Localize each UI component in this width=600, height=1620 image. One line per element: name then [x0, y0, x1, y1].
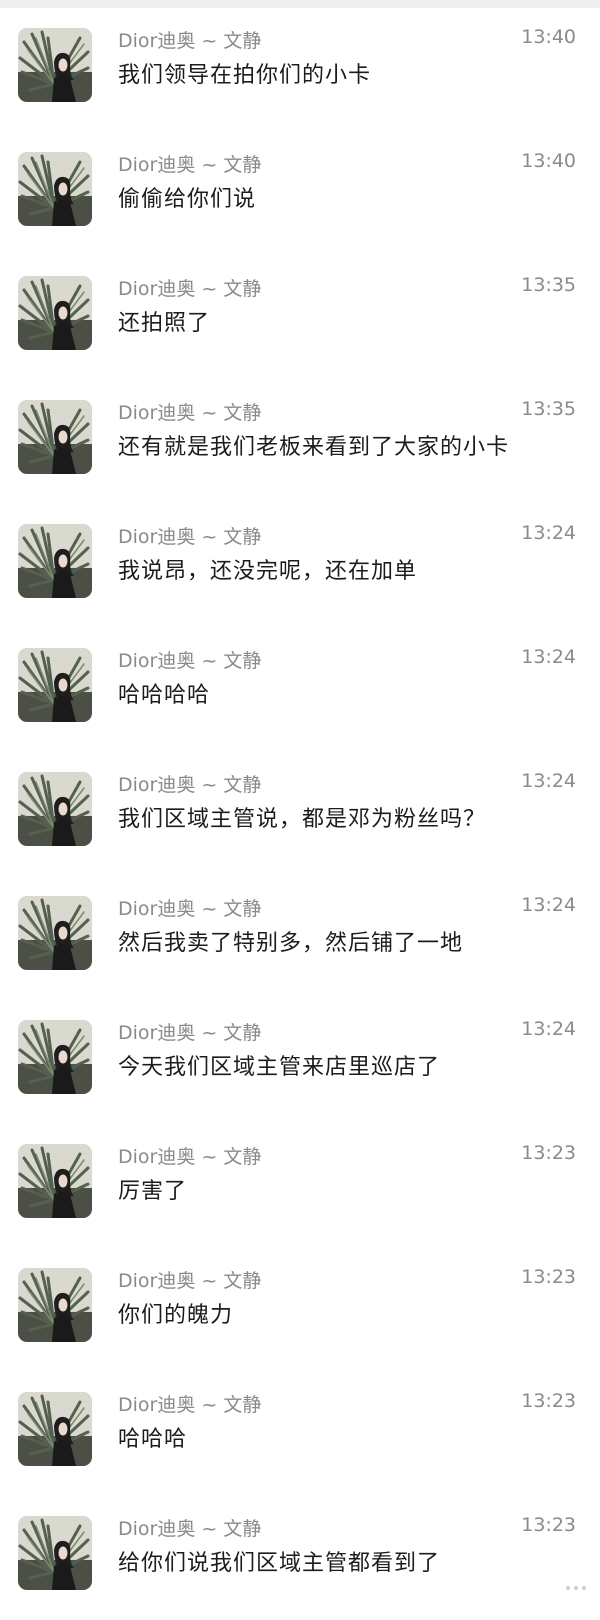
- message-text: 偷偷给你们说: [118, 187, 257, 212]
- message-text: 然后我卖了特别多，然后铺了一地: [118, 931, 464, 956]
- message-item[interactable]: Dior迪奥 ~ 文静 13:40 我们领导在拍你们的小卡: [0, 8, 600, 132]
- message-item[interactable]: Dior迪奥 ~ 文静 13:35 还拍照了: [0, 256, 600, 380]
- message-time: 13:23: [521, 1142, 576, 1164]
- message-item[interactable]: Dior迪奥 ~ 文静 13:24 哈哈哈哈: [0, 628, 600, 752]
- message-time: 13:40: [521, 150, 576, 172]
- sender-name: Dior迪奥 ~ 文静: [118, 1022, 262, 1044]
- message-item[interactable]: Dior迪奥 ~ 文静 13:40 偷偷给你们说: [0, 132, 600, 256]
- message-time: 13:23: [521, 1390, 576, 1412]
- avatar[interactable]: [18, 152, 92, 226]
- sender-name: Dior迪奥 ~ 文静: [118, 1394, 262, 1416]
- sender-name: Dior迪奥 ~ 文静: [118, 650, 262, 672]
- message-time: 13:24: [521, 646, 576, 668]
- message-text: 给你们说我们区域主管都看到了: [118, 1551, 441, 1576]
- message-item[interactable]: Dior迪奥 ~ 文静 13:24 然后我卖了特别多，然后铺了一地: [0, 876, 600, 1000]
- message-list[interactable]: Dior迪奥 ~ 文静 13:40 我们领导在拍你们的小卡 Dior迪奥 ~ 文…: [0, 8, 600, 1620]
- avatar[interactable]: [18, 1144, 92, 1218]
- message-time: 13:24: [521, 770, 576, 792]
- message-item[interactable]: Dior迪奥 ~ 文静 13:24 我们区域主管说，都是邓为粉丝吗？: [0, 752, 600, 876]
- message-item[interactable]: Dior迪奥 ~ 文静 13:24 我说昂，还没完呢，还在加单: [0, 504, 600, 628]
- message-text: 我们领导在拍你们的小卡: [118, 63, 372, 88]
- message-item[interactable]: Dior迪奥 ~ 文静 13:23 厉害了: [0, 1124, 600, 1248]
- message-text: 还有就是我们老板来看到了大家的小卡: [118, 435, 510, 460]
- message-text: 哈哈哈: [118, 1427, 188, 1452]
- avatar[interactable]: [18, 1392, 92, 1466]
- avatar[interactable]: [18, 276, 92, 350]
- message-time: 13:24: [521, 522, 576, 544]
- message-text: 我们区域主管说，都是邓为粉丝吗？: [118, 807, 487, 832]
- message-time: 13:24: [521, 1018, 576, 1040]
- message-item[interactable]: Dior迪奥 ~ 文静 13:24 今天我们区域主管来店里巡店了: [0, 1000, 600, 1124]
- avatar[interactable]: [18, 648, 92, 722]
- message-text: 厉害了: [118, 1179, 188, 1204]
- top-divider: [0, 0, 600, 8]
- message-time: 13:24: [521, 894, 576, 916]
- message-item[interactable]: Dior迪奥 ~ 文静 13:23 给你们说我们区域主管都看到了: [0, 1496, 600, 1620]
- sender-name: Dior迪奥 ~ 文静: [118, 30, 262, 52]
- sender-name: Dior迪奥 ~ 文静: [118, 526, 262, 548]
- sender-name: Dior迪奥 ~ 文静: [118, 898, 262, 920]
- sender-name: Dior迪奥 ~ 文静: [118, 154, 262, 176]
- avatar[interactable]: [18, 1020, 92, 1094]
- avatar[interactable]: [18, 1268, 92, 1342]
- message-time: 13:23: [521, 1514, 576, 1536]
- message-time: 13:35: [521, 274, 576, 296]
- sender-name: Dior迪奥 ~ 文静: [118, 1518, 262, 1540]
- message-time: 13:40: [521, 26, 576, 48]
- message-time: 13:23: [521, 1266, 576, 1288]
- avatar[interactable]: [18, 28, 92, 102]
- sender-name: Dior迪奥 ~ 文静: [118, 402, 262, 424]
- avatar[interactable]: [18, 896, 92, 970]
- message-item[interactable]: Dior迪奥 ~ 文静 13:35 还有就是我们老板来看到了大家的小卡: [0, 380, 600, 504]
- sender-name: Dior迪奥 ~ 文静: [118, 1270, 262, 1292]
- message-text: 还拍照了: [118, 311, 211, 336]
- sender-name: Dior迪奥 ~ 文静: [118, 774, 262, 796]
- avatar[interactable]: [18, 772, 92, 846]
- watermark-icon: [566, 1586, 586, 1590]
- message-item[interactable]: Dior迪奥 ~ 文静 13:23 哈哈哈: [0, 1372, 600, 1496]
- message-text: 今天我们区域主管来店里巡店了: [118, 1055, 441, 1080]
- message-text: 我说昂，还没完呢，还在加单: [118, 559, 418, 584]
- message-item[interactable]: Dior迪奥 ~ 文静 13:23 你们的魄力: [0, 1248, 600, 1372]
- sender-name: Dior迪奥 ~ 文静: [118, 1146, 262, 1168]
- avatar[interactable]: [18, 1516, 92, 1590]
- message-text: 哈哈哈哈: [118, 683, 211, 708]
- message-time: 13:35: [521, 398, 576, 420]
- sender-name: Dior迪奥 ~ 文静: [118, 278, 262, 300]
- avatar[interactable]: [18, 524, 92, 598]
- message-text: 你们的魄力: [118, 1303, 234, 1328]
- avatar[interactable]: [18, 400, 92, 474]
